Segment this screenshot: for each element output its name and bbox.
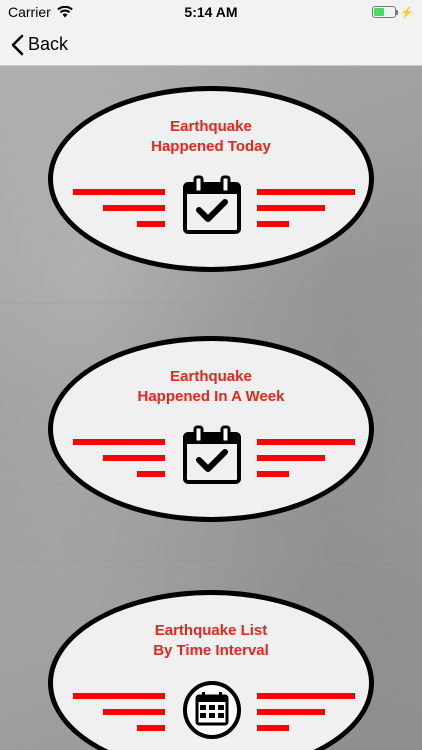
card-title-line2: By Time Interval <box>153 642 269 659</box>
earthquake-today-card[interactable]: Earthquake Happened Today <box>48 86 374 272</box>
left-bars <box>73 693 165 735</box>
left-bars <box>73 189 165 231</box>
earthquake-week-card[interactable]: Earthquake Happened In A Week <box>48 336 374 522</box>
wifi-icon <box>56 6 73 18</box>
card-title-line1: Earthquake <box>170 118 252 135</box>
content-area: Earthquake Happened Today Earthquake Hap… <box>0 66 422 750</box>
status-left: Carrier <box>8 4 73 20</box>
carrier-label: Carrier <box>8 4 51 20</box>
navigation-bar: Back <box>0 24 422 66</box>
card-title: Earthquake List By Time Interval <box>53 621 369 661</box>
divider <box>0 560 422 561</box>
calendar-check-icon <box>183 425 241 484</box>
battery-icon <box>372 6 399 18</box>
divider <box>0 302 422 303</box>
card-title: Earthquake Happened Today <box>53 117 369 157</box>
left-bars <box>73 439 165 481</box>
calendar-grid-circle-icon <box>183 681 241 739</box>
card-title-line1: Earthquake <box>170 368 252 385</box>
right-bars <box>257 189 355 231</box>
card-title-line2: Happened Today <box>151 138 271 155</box>
calendar-check-icon <box>183 175 241 234</box>
back-label: Back <box>28 34 69 54</box>
status-right: ⚡ <box>372 6 414 19</box>
right-bars <box>257 439 355 481</box>
earthquake-list-interval-card[interactable]: Earthquake List By Time Interval <box>48 590 374 750</box>
right-bars <box>257 693 355 735</box>
chevron-left-icon <box>11 34 24 55</box>
card-title: Earthquake Happened In A Week <box>53 367 369 407</box>
charging-bolt-icon: ⚡ <box>400 6 414 19</box>
status-bar: Carrier 5:14 AM ⚡ <box>0 0 422 24</box>
back-button[interactable]: Back <box>0 34 68 56</box>
card-title-line2: Happened In A Week <box>137 388 285 405</box>
card-title-line1: Earthquake List <box>154 622 268 639</box>
